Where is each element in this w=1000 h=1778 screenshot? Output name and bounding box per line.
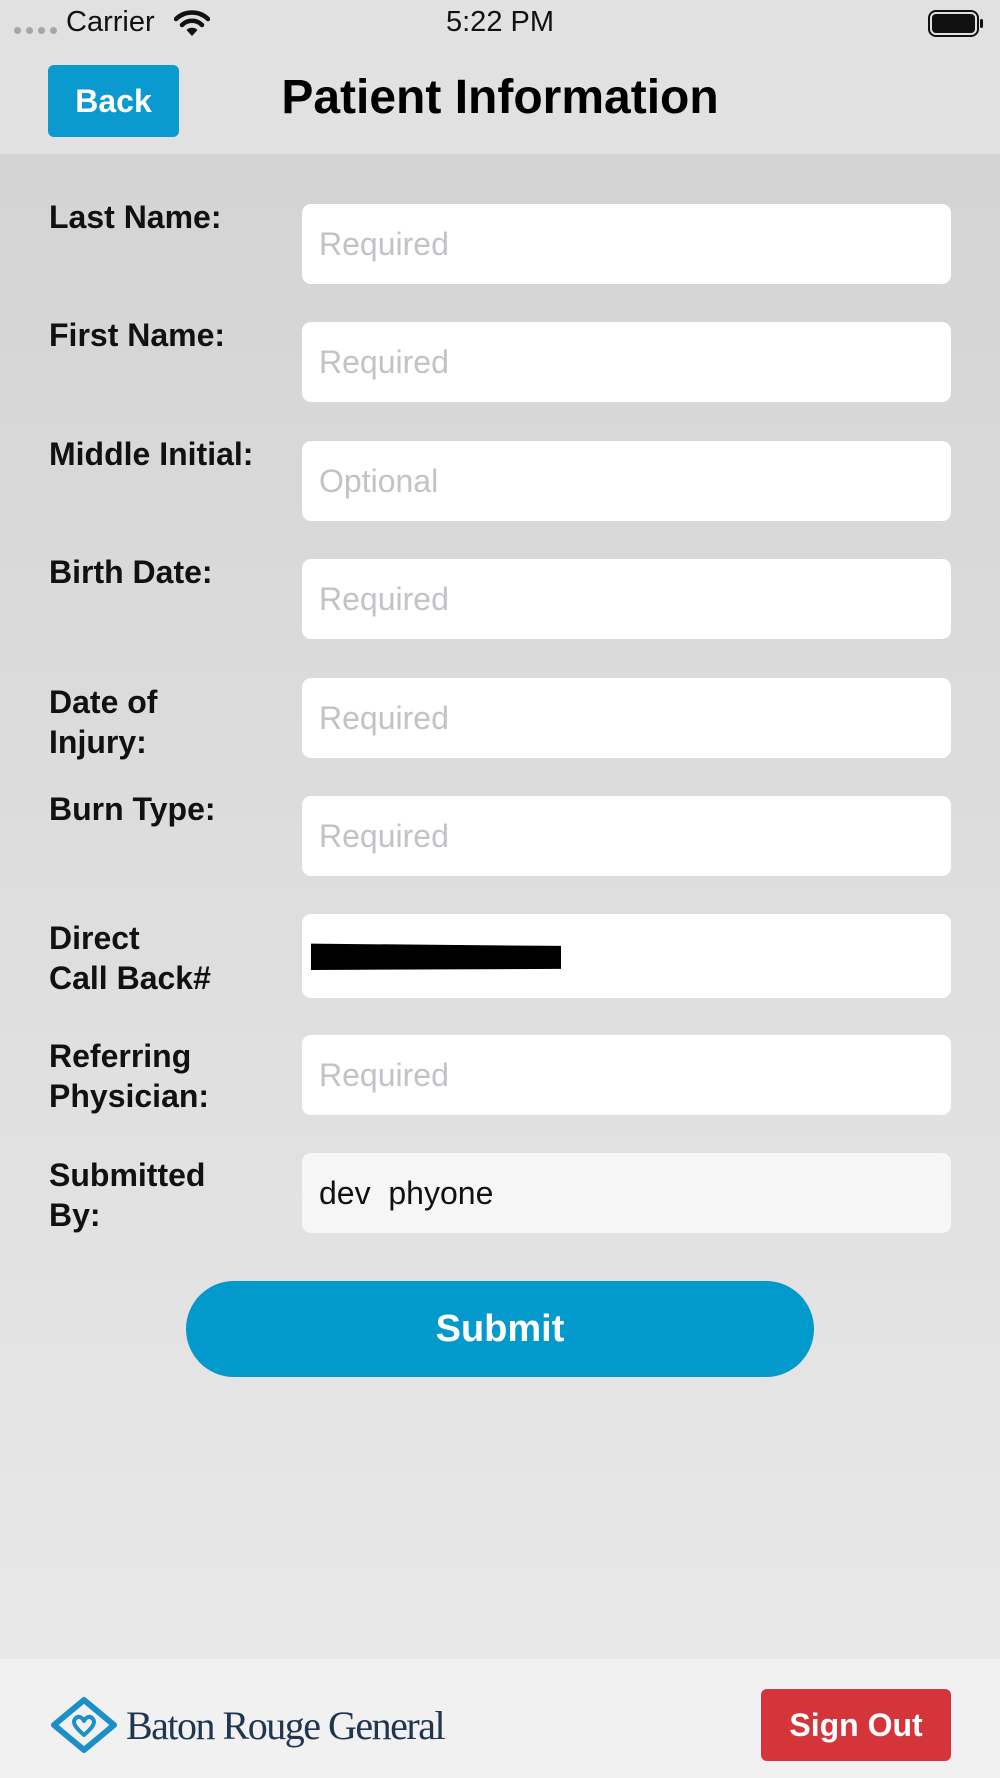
sign-out-button[interactable]: Sign Out: [761, 1689, 951, 1761]
submitted-by-field: dev phyone: [302, 1153, 951, 1233]
direct-call-back-label: Direct Call Back#: [49, 918, 289, 998]
status-bar: Carrier 5:22 PM: [0, 0, 1000, 48]
middle-initial-input[interactable]: Optional: [302, 441, 951, 521]
referring-physician-input[interactable]: Required: [302, 1035, 951, 1115]
navigation-header: Back Patient Information: [0, 48, 1000, 154]
direct-call-back-label-line1: Direct: [49, 920, 140, 956]
last-name-input[interactable]: Required: [302, 204, 951, 284]
date-of-injury-label-line1: Date of: [49, 684, 158, 720]
status-time: 5:22 PM: [446, 6, 554, 38]
referring-physician-label: Referring Physician:: [49, 1036, 289, 1116]
birth-date-input[interactable]: Required: [302, 559, 951, 639]
birth-date-placeholder: Required: [319, 580, 449, 617]
burn-type-input[interactable]: Required: [302, 796, 951, 876]
submit-button[interactable]: Submit: [186, 1281, 814, 1377]
page-title: Patient Information: [281, 71, 719, 124]
date-of-injury-label-line2: Injury:: [49, 724, 147, 760]
diamond-heart-logo-icon: [51, 1697, 117, 1753]
referring-physician-placeholder: Required: [319, 1056, 449, 1093]
burn-type-placeholder: Required: [319, 817, 449, 854]
first-name-label: First Name:: [49, 317, 226, 353]
battery-icon: [928, 10, 983, 37]
last-name-label: Last Name:: [49, 199, 222, 235]
redacted-phone-number: [311, 943, 561, 970]
direct-call-back-input[interactable]: [302, 914, 951, 998]
date-of-injury-label: Date of Injury:: [49, 682, 289, 762]
middle-initial-label: Middle Initial:: [49, 436, 254, 472]
direct-call-back-label-line2: Call Back#: [49, 960, 211, 996]
date-of-injury-placeholder: Required: [319, 699, 449, 736]
submitted-by-label-line2: By:: [49, 1197, 101, 1233]
patient-form: Last Name: Required First Name: Required…: [0, 154, 1000, 1659]
burn-type-label: Burn Type:: [49, 791, 216, 827]
referring-physician-label-line2: Physician:: [49, 1078, 210, 1114]
footer: Baton Rouge General Sign Out: [0, 1659, 1000, 1778]
submitted-by-label: Submitted By:: [49, 1155, 289, 1235]
middle-initial-placeholder: Optional: [319, 462, 439, 499]
submitted-by-label-line1: Submitted: [49, 1157, 206, 1193]
referring-physician-label-line1: Referring: [49, 1038, 192, 1074]
first-name-placeholder: Required: [319, 343, 449, 380]
baton-rouge-general-logo: Baton Rouge General: [48, 1695, 446, 1755]
last-name-placeholder: Required: [319, 225, 449, 262]
date-of-injury-input[interactable]: Required: [302, 678, 951, 758]
submitted-by-value: dev phyone: [319, 1174, 494, 1211]
birth-date-label: Birth Date:: [49, 554, 213, 590]
first-name-input[interactable]: Required: [302, 322, 951, 402]
logo-text: Baton Rouge General: [126, 1702, 446, 1748]
